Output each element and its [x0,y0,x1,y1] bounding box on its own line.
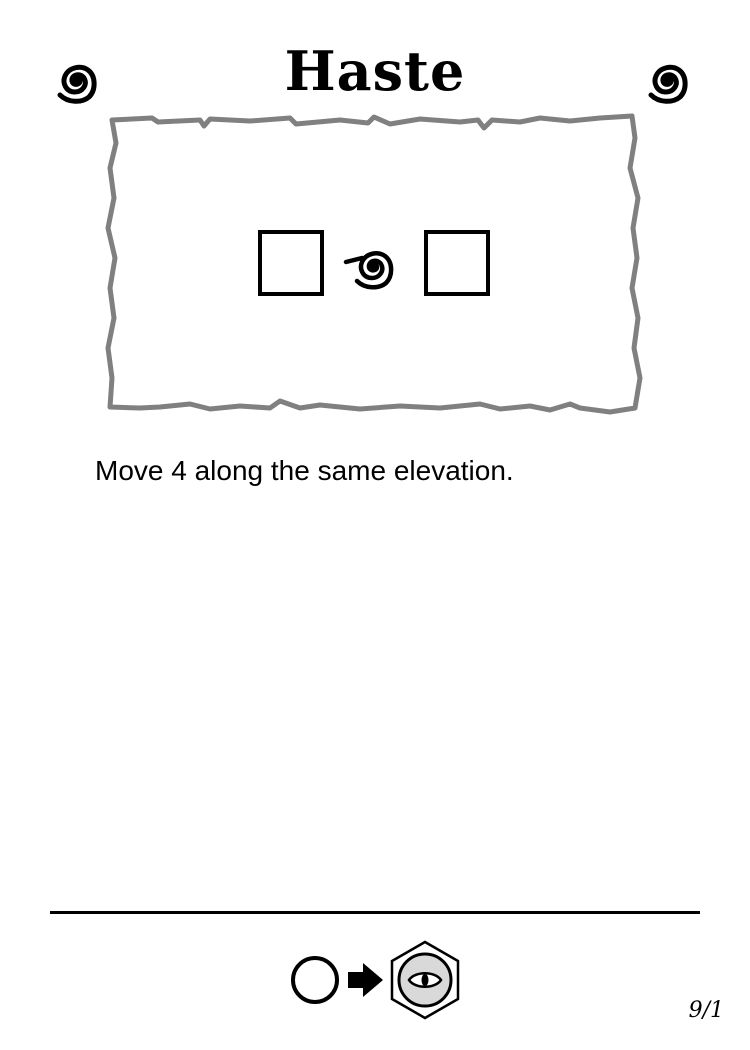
right-arrow-icon [348,963,383,997]
ability-text: Move 4 along the same elevation. [95,455,514,486]
footer-icons [291,940,460,1020]
swirl-icon [648,64,688,104]
divider [50,911,700,914]
card-number: 9/1 [688,998,724,1023]
swirl-icon [343,251,394,290]
cost-slot [424,230,490,296]
swirl-icon [57,64,97,104]
empty-circle-icon [291,956,339,1004]
cost-slot [258,230,324,296]
hexagon-eye-icon [390,940,460,1020]
